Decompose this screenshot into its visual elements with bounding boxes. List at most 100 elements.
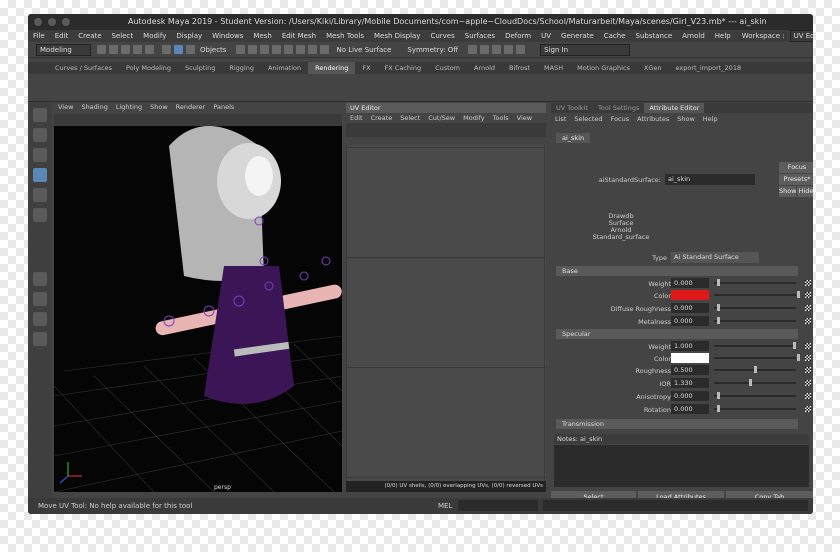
shelf-tab[interactable]: Arnold: [467, 62, 502, 74]
metalness-knob[interactable]: [717, 317, 720, 324]
type-dropdown[interactable]: Ai Standard Surface: [671, 252, 759, 263]
map-button-icon[interactable]: [805, 355, 811, 361]
symmetry-label[interactable]: Symmetry: Off: [407, 46, 458, 54]
base-color-slider[interactable]: [714, 294, 796, 296]
menu-file[interactable]: File: [33, 32, 45, 40]
diffuse-roughness-knob[interactable]: [717, 304, 720, 311]
select-hierarchy-icon[interactable]: [161, 45, 171, 54]
viewport-menu-view[interactable]: View: [58, 103, 73, 113]
shelf-tab[interactable]: Animation: [261, 62, 308, 74]
roughness-field[interactable]: 0.500: [671, 365, 709, 375]
map-button-icon[interactable]: [805, 343, 811, 349]
open-scene-icon[interactable]: [109, 45, 118, 54]
menu-edit[interactable]: Edit: [55, 32, 69, 40]
tab-tool-settings[interactable]: Tool Settings: [593, 103, 644, 113]
rotate-tool-icon[interactable]: [33, 188, 47, 202]
base-weight-slider[interactable]: [714, 282, 796, 284]
map-button-icon[interactable]: [805, 367, 811, 373]
metalness-slider[interactable]: [714, 320, 796, 322]
snap-point-icon[interactable]: [259, 45, 269, 54]
diffuse-roughness-field[interactable]: 0.000: [671, 303, 709, 313]
map-button-icon[interactable]: [805, 292, 811, 298]
live-surface-label[interactable]: No Live Surface: [336, 46, 391, 54]
viewport-menu-panels[interactable]: Panels: [213, 103, 234, 113]
shelf-tab[interactable]: FX: [355, 62, 377, 74]
lasso-tool-icon[interactable]: [33, 128, 47, 142]
specular-weight-field[interactable]: 1.000: [671, 341, 709, 351]
snap-grid-icon[interactable]: [235, 45, 245, 54]
shelf-tab[interactable]: Sculpting: [178, 62, 222, 74]
uv-menu-view[interactable]: View: [517, 113, 532, 123]
menu-display[interactable]: Display: [176, 32, 202, 40]
menu-uv[interactable]: UV: [541, 32, 551, 40]
base-weight-field[interactable]: 0.000: [671, 278, 709, 288]
viewport-menu-show[interactable]: Show: [150, 103, 168, 113]
new-scene-icon[interactable]: [97, 45, 106, 54]
shelf-tab[interactable]: Curves / Surfaces: [48, 62, 119, 74]
undo-icon[interactable]: [133, 45, 142, 54]
show-button[interactable]: Show: [779, 186, 797, 197]
map-button-icon[interactable]: [805, 380, 811, 386]
anisotropy-knob[interactable]: [717, 392, 720, 399]
anisotropy-slider[interactable]: [714, 395, 796, 397]
rotation-slider[interactable]: [714, 408, 796, 410]
focus-button[interactable]: Focus: [779, 162, 813, 173]
two-pane-icon[interactable]: [33, 312, 47, 326]
transmission-section-header[interactable]: Transmission: [556, 419, 798, 429]
hypershade-icon[interactable]: [491, 45, 501, 54]
specular-color-swatch[interactable]: [671, 353, 709, 363]
arnold-render-icon[interactable]: [515, 45, 525, 54]
sign-in-button[interactable]: Sign In: [540, 43, 631, 56]
menu-surfaces[interactable]: Surfaces: [465, 32, 495, 40]
notes-textarea[interactable]: [554, 445, 809, 487]
base-weight-knob[interactable]: [717, 279, 720, 286]
hide-button[interactable]: Hide: [797, 186, 813, 197]
snap-view-icon[interactable]: [271, 45, 281, 54]
uv-menu-modify[interactable]: Modify: [463, 113, 485, 123]
menu-generate[interactable]: Generate: [561, 32, 594, 40]
ior-slider[interactable]: [714, 382, 796, 384]
mode-dropdown[interactable]: Modeling: [36, 43, 91, 56]
specular-color-knob[interactable]: [797, 354, 800, 361]
menu-mesh-tools[interactable]: Mesh Tools: [326, 32, 364, 40]
shelf-tab[interactable]: Bifrost: [502, 62, 537, 74]
roughness-knob[interactable]: [754, 366, 757, 373]
viewport-menu-lighting[interactable]: Lighting: [116, 103, 142, 113]
map-button-icon[interactable]: [805, 318, 811, 324]
select-component-icon[interactable]: [185, 45, 195, 54]
uv-menu-edit[interactable]: Edit: [350, 113, 363, 123]
ae-menu-focus[interactable]: Focus: [611, 113, 630, 125]
single-pane-icon[interactable]: [33, 272, 47, 286]
shelf-tab[interactable]: Poly Modeling: [119, 62, 178, 74]
menu-deform[interactable]: Deform: [505, 32, 531, 40]
node-tab[interactable]: ai_skin: [556, 133, 591, 143]
render-settings-icon[interactable]: [479, 45, 489, 54]
uv-grid[interactable]: [346, 145, 546, 481]
base-color-swatch[interactable]: [671, 290, 709, 300]
shelf-tab[interactable]: Motion Graphics: [570, 62, 637, 74]
viewport-menu-shading[interactable]: Shading: [81, 103, 107, 113]
uv-menu-cut-sew[interactable]: Cut/Sew: [428, 113, 455, 123]
uv-menu-tools[interactable]: Tools: [493, 113, 509, 123]
shelf-tab[interactable]: Rigging: [222, 62, 261, 74]
shelf-tab[interactable]: FX Caching: [378, 62, 429, 74]
minimize-window-button[interactable]: [48, 18, 56, 26]
ior-knob[interactable]: [749, 379, 752, 386]
menu-edit-mesh[interactable]: Edit Mesh: [282, 32, 316, 40]
perspective-viewport[interactable]: persp: [54, 126, 342, 492]
mel-command-input[interactable]: [458, 500, 538, 511]
viewport-menu-renderer[interactable]: Renderer: [176, 103, 206, 113]
save-scene-icon[interactable]: [121, 45, 130, 54]
metalness-field[interactable]: 0.000: [671, 316, 709, 326]
menu-help[interactable]: Help: [715, 32, 731, 40]
specular-color-slider[interactable]: [714, 357, 796, 359]
base-color-knob[interactable]: [797, 291, 800, 298]
rendering-icon[interactable]: [503, 45, 513, 54]
tab-attribute-editor[interactable]: Attribute Editor: [644, 103, 705, 113]
menu-cache[interactable]: Cache: [604, 32, 626, 40]
outliner-layout-icon[interactable]: [33, 332, 47, 346]
menu-modify[interactable]: Modify: [143, 32, 166, 40]
specular-weight-knob[interactable]: [793, 342, 796, 349]
presets-button[interactable]: Presets*: [779, 174, 813, 185]
diffuse-roughness-slider[interactable]: [714, 307, 796, 309]
